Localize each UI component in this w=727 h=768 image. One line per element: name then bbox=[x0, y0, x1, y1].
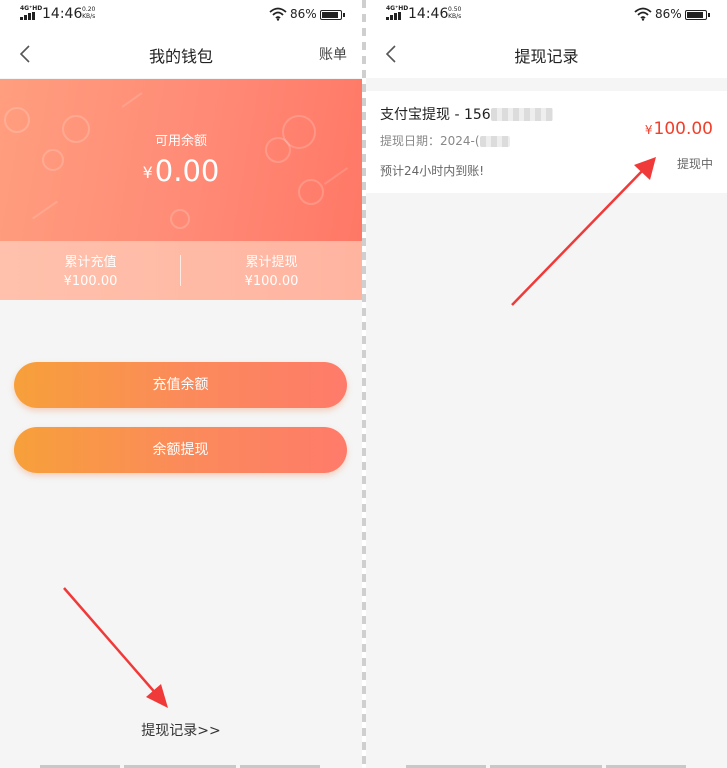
arrow-shaft bbox=[511, 167, 646, 306]
annotation-arrow-right bbox=[511, 157, 656, 306]
annotation-arrow-left bbox=[63, 587, 168, 708]
arrow-shaft bbox=[63, 587, 159, 697]
annotation-arrows bbox=[63, 157, 656, 708]
